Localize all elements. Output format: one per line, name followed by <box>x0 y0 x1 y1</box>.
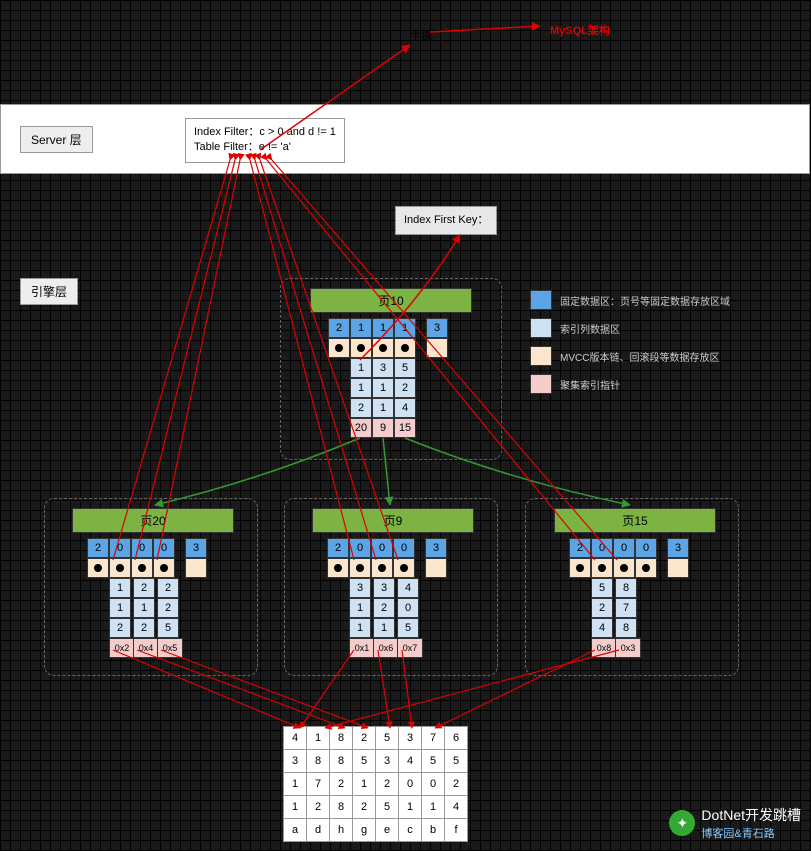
index-filter-text: Index Filter：c > 0 and d != 1 <box>194 125 336 140</box>
leaf-col: 4050x7 <box>397 578 423 658</box>
leaf-cream-row <box>569 558 689 578</box>
leaf-col: 2120x4 <box>133 578 159 658</box>
leaf-header-row: 20003 <box>327 538 447 558</box>
leaf-page-header: 页20 <box>72 508 234 533</box>
leaf-col: 3110x1 <box>349 578 375 658</box>
bottom-table: 41825376388534551721200212825114adhgecbf <box>283 726 468 842</box>
index-first-key-box: Index First Key： <box>395 206 497 235</box>
leaf-cream-row <box>87 558 207 578</box>
leaf-col: 1120x2 <box>109 578 135 658</box>
root-col-1: 3 1 1 9 <box>372 358 394 438</box>
root-col-2: 5 2 4 15 <box>394 358 416 438</box>
legend-pink: 聚集索引指针 <box>530 374 620 394</box>
server-banner <box>0 104 810 174</box>
leaf-col: 3210x6 <box>373 578 399 658</box>
leaf-header-row: 20003 <box>87 538 207 558</box>
index-first-key-label: Index First Key： <box>404 214 488 226</box>
legend-lightblue: 索引列数据区 <box>530 318 620 338</box>
legend-blue: 固定数据区：页号等固定数据存放区域 <box>530 290 730 310</box>
filter-box: Index Filter：c > 0 and d != 1 Table Filt… <box>185 118 345 163</box>
leaf-col: 8780x3 <box>615 578 641 658</box>
engine-layer-label: 引擎层 <box>20 278 78 305</box>
leaf-col: 2250x5 <box>157 578 183 658</box>
root-header-row: 2 1 1 1 3 <box>328 318 448 338</box>
leaf-cream-row <box>327 558 447 578</box>
table-filter-text: Table Filter：e != 'a' <box>194 140 336 155</box>
leaf-header-row: 20003 <box>569 538 689 558</box>
leaf-page-header: 页9 <box>312 508 474 533</box>
root-col-0: 1 1 2 20 <box>350 358 372 438</box>
root-cream-row <box>328 338 448 358</box>
wechat-icon: ✦ <box>669 810 695 836</box>
watermark: ✦ DotNet开发跳槽 博客园&青石路 <box>669 805 801 841</box>
leaf-col: 5240x8 <box>591 578 617 658</box>
server-layer-label: Server 层 <box>20 126 93 153</box>
legend-cream: MVCC版本链、回滚段等数据存放区 <box>530 346 719 366</box>
anno-top-title: 主键 <box>410 28 432 44</box>
root-page-header: 页10 <box>310 288 472 313</box>
leaf-page-header: 页15 <box>554 508 716 533</box>
anno-top-red: MySQL架构 <box>550 22 610 38</box>
